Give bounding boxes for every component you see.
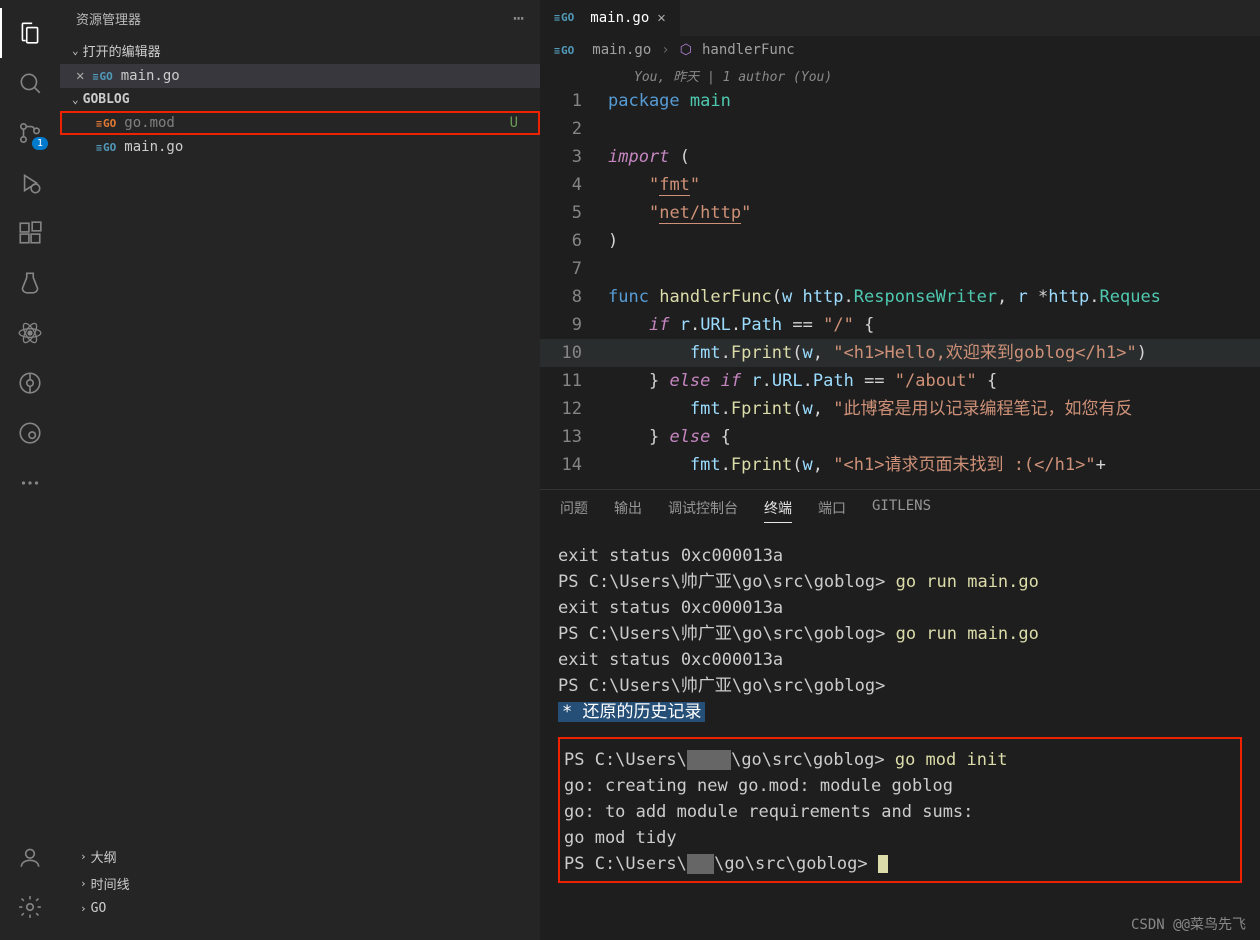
panel-tab-端口[interactable]: 端口 <box>818 498 846 523</box>
sidebar-header: 资源管理器 ⋯ <box>60 0 540 37</box>
code-line[interactable]: 10 fmt.Fprint(w, "<h1>Hello,欢迎来到goblog</… <box>540 339 1260 367</box>
timeline-label: 时间线 <box>91 874 130 893</box>
code-line[interactable]: 1package main <box>540 87 1260 115</box>
open-editor-item[interactable]: ✕ GO main.go <box>60 64 540 88</box>
testing-icon[interactable] <box>0 258 60 308</box>
editor-tabs: GO main.go ✕ <box>540 0 1260 36</box>
editor-area: GO main.go ✕ GO main.go › ⬡ handlerFunc … <box>540 0 1260 940</box>
activity-bar: 1 <box>0 0 60 940</box>
open-editors-header[interactable]: ⌄ 打开的编辑器 <box>60 37 540 64</box>
chevron-right-icon: › <box>80 902 87 915</box>
sidebar-more-icon[interactable]: ⋯ <box>513 8 524 29</box>
terminal-line: exit status 0xc000013a <box>558 595 1242 621</box>
terminal-highlighted-box: PS C:\Users\帅 广\go\src\goblog> go mod in… <box>558 737 1242 883</box>
chevron-down-icon: ⌄ <box>72 93 79 106</box>
close-icon[interactable]: ✕ <box>657 10 665 26</box>
outline-header[interactable]: › 大纲 <box>60 843 540 870</box>
timeline-header[interactable]: › 时间线 <box>60 870 540 897</box>
code-line[interactable]: 12 fmt.Fprint(w, "此博客是用以记录编程笔记，如您有反 <box>540 395 1260 423</box>
breadcrumb-symbol: handlerFunc <box>702 42 795 58</box>
go-file-icon: GO <box>554 44 574 57</box>
symbol-icon: ⬡ <box>680 42 692 58</box>
code-line[interactable]: 8func handlerFunc(w http.ResponseWriter,… <box>540 283 1260 311</box>
breadcrumb-file: main.go <box>592 42 651 58</box>
outline-label: 大纲 <box>91 847 117 866</box>
terminal-output[interactable]: exit status 0xc000013aPS C:\Users\帅广亚\go… <box>540 531 1260 889</box>
terminal-line: PS C:\Users\帅 \go\src\goblog> <box>564 851 1236 877</box>
panel-tab-调试控制台[interactable]: 调试控制台 <box>668 498 738 523</box>
code-line[interactable]: 3import ( <box>540 143 1260 171</box>
project-label: GOBLOG <box>83 92 130 107</box>
code-line[interactable]: 5 "net/http" <box>540 199 1260 227</box>
panel-tab-GITLENS[interactable]: GITLENS <box>872 498 931 523</box>
terminal-line: go: creating new go.mod: module goblog <box>564 773 1236 799</box>
go-section-header[interactable]: › GO <box>60 897 540 920</box>
code-line[interactable]: 14 fmt.Fprint(w, "<h1>请求页面未找到 :(</h1>"+ <box>540 451 1260 479</box>
file-name: main.go <box>121 68 528 84</box>
explorer-sidebar: 资源管理器 ⋯ ⌄ 打开的编辑器 ✕ GO main.go ⌄ GOBLOG G… <box>60 0 540 940</box>
code-line[interactable]: 6) <box>540 227 1260 255</box>
bottom-panel: 问题 输出 调试控制台 终端 端口 GITLENS exit status 0xc0000… <box>540 489 1260 889</box>
code-editor[interactable]: 1package main23import (4 "fmt"5 "net/htt… <box>540 87 1260 489</box>
code-line[interactable]: 11 } else if r.URL.Path == "/about" { <box>540 367 1260 395</box>
open-editors-label: 打开的编辑器 <box>83 41 161 60</box>
settings-icon[interactable] <box>0 882 60 932</box>
go-file-icon: GO <box>96 141 116 154</box>
search-icon[interactable] <box>0 58 60 108</box>
terminal-line: exit status 0xc000013a <box>558 543 1242 569</box>
debug-icon[interactable] <box>0 158 60 208</box>
breadcrumb[interactable]: GO main.go › ⬡ handlerFunc <box>540 36 1260 64</box>
go-file-icon: GO <box>92 70 112 83</box>
chevron-right-icon: › <box>80 877 87 890</box>
tab-label: main.go <box>590 10 649 26</box>
react-icon[interactable] <box>0 308 60 358</box>
tab-maingo[interactable]: GO main.go ✕ <box>540 0 680 36</box>
ellipsis-icon[interactable] <box>0 458 60 508</box>
account-icon[interactable] <box>0 832 60 882</box>
source-control-icon[interactable]: 1 <box>0 108 60 158</box>
code-line[interactable]: 2 <box>540 115 1260 143</box>
terminal-line: PS C:\Users\帅广亚\go\src\goblog> <box>558 673 1242 699</box>
terminal-line: go mod tidy <box>564 825 1236 851</box>
chevron-right-icon: › <box>80 850 87 863</box>
code-line[interactable]: 4 "fmt" <box>540 171 1260 199</box>
watermark: CSDN @@菜鸟先飞 <box>1131 914 1246 934</box>
terminal-line: PS C:\Users\帅广亚\go\src\goblog> go run ma… <box>558 621 1242 647</box>
go-section-label: GO <box>91 901 107 916</box>
explorer-icon[interactable] <box>0 8 60 58</box>
chevron-down-icon: ⌄ <box>72 44 79 57</box>
panel-tab-终端[interactable]: 终端 <box>764 498 792 523</box>
file-item-maingo[interactable]: GO main.go <box>60 135 540 159</box>
close-icon[interactable]: ✕ <box>76 68 84 84</box>
sidebar-title: 资源管理器 <box>76 9 141 28</box>
file-name: main.go <box>124 139 528 155</box>
panel-tab-输出[interactable]: 输出 <box>614 498 642 523</box>
terminal-line: PS C:\Users\帅广亚\go\src\goblog> go run ma… <box>558 569 1242 595</box>
terminal-line: go: to add module requirements and sums: <box>564 799 1236 825</box>
terminal-line: * 还原的历史记录 <box>558 699 1242 725</box>
project-header[interactable]: ⌄ GOBLOG <box>60 88 540 111</box>
terminal-line: exit status 0xc000013a <box>558 647 1242 673</box>
code-line[interactable]: 13 } else { <box>540 423 1260 451</box>
remote-icon[interactable] <box>0 408 60 458</box>
file-item-gomod[interactable]: GO go.mod U <box>60 111 540 135</box>
scm-badge: 1 <box>32 137 48 150</box>
panel-tabs: 问题 输出 调试控制台 终端 端口 GITLENS <box>540 490 1260 531</box>
file-name: go.mod <box>124 115 509 131</box>
git-status: U <box>510 115 528 131</box>
codelens[interactable]: You, 昨天 | 1 author (You) <box>540 64 1260 87</box>
panel-tab-问题[interactable]: 问题 <box>560 498 588 523</box>
code-line[interactable]: 7 <box>540 255 1260 283</box>
extensions-icon[interactable] <box>0 208 60 258</box>
gitlens-icon[interactable] <box>0 358 60 408</box>
chevron-right-icon: › <box>661 42 669 58</box>
go-file-icon: GO <box>96 117 116 130</box>
go-file-icon: GO <box>554 11 574 24</box>
code-line[interactable]: 9 if r.URL.Path == "/" { <box>540 311 1260 339</box>
terminal-line: PS C:\Users\帅 广\go\src\goblog> go mod in… <box>564 747 1236 773</box>
